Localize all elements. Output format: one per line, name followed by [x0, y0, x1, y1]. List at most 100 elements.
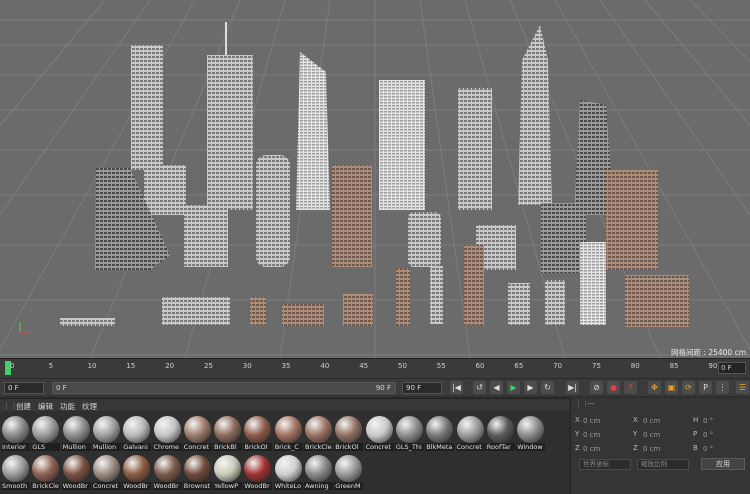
scale-mode-dropdown[interactable]: 缩放比例 [637, 459, 689, 470]
material-swatch[interactable]: Awning [304, 453, 333, 490]
material-swatch[interactable]: YellowP [213, 453, 243, 490]
coordinate-value-field[interactable]: 0 ° [703, 430, 747, 440]
prev-key-icon[interactable]: ↺ [473, 381, 486, 394]
material-swatch[interactable]: GreenM [334, 453, 364, 490]
material-name: Interior [1, 443, 30, 451]
material-swatch[interactable]: BrickCle [304, 414, 333, 451]
start-frame-field[interactable]: 0 F [4, 382, 44, 394]
material-swatch[interactable]: Smooth [1, 453, 30, 490]
material-name: Mullion [91, 443, 121, 451]
material-name: BrickCle [31, 482, 61, 490]
material-swatch[interactable]: Brownst [182, 453, 212, 490]
material-swatch[interactable]: Brick_C [273, 414, 303, 451]
timeline-tick: 75 [592, 362, 601, 370]
material-swatch[interactable]: Mullion [61, 414, 91, 451]
material-name: WoodBr [152, 482, 182, 490]
3d-viewport[interactable]: 网格间距 : 25400 cm [0, 0, 750, 358]
coordinate-value-field[interactable]: 0 cm [643, 416, 687, 426]
apply-button[interactable]: 应用 [701, 458, 745, 470]
coordinate-value-field[interactable]: 0 ° [703, 444, 747, 454]
timeline-tick: 70 [553, 362, 563, 370]
material-swatch[interactable]: BrickBl [213, 414, 243, 451]
material-swatch[interactable]: WoodBr [61, 453, 91, 490]
cinema4d-window: 网格间距 : 25400 cm 0 5 10 15 20 25 30 35 40 45 50 55 60… [0, 0, 750, 494]
timeline-tick: 90 [708, 362, 718, 370]
material-name: BrickBl [213, 443, 243, 451]
material-name: Awning [304, 482, 333, 490]
material-swatch[interactable]: BrickCle [31, 453, 61, 490]
material-preview-sphere [183, 416, 211, 443]
material-swatch[interactable]: BrickOl [243, 414, 273, 451]
material-name: BlkMeta [425, 443, 455, 451]
material-swatch[interactable]: Concret [91, 453, 121, 490]
material-swatch[interactable]: BrickOl [334, 414, 364, 451]
material-preview-sphere [426, 416, 454, 443]
material-swatch[interactable]: WoodBr [243, 453, 273, 490]
material-swatch[interactable]: GLS_Thi [394, 414, 424, 451]
material-swatch[interactable]: WhiteLo [273, 453, 303, 490]
material-name: Mullion [61, 443, 91, 451]
coord-mode-dropdown[interactable]: 世界坐标 [579, 459, 631, 470]
material-swatch[interactable]: WoodBr [122, 453, 152, 490]
material-name: GLS [31, 443, 61, 451]
range-start-label: 0 F [56, 384, 67, 392]
material-name: Chrome [152, 443, 182, 451]
material-name: WoodBr [243, 482, 273, 490]
scale-key-icon[interactable]: ▣ [665, 381, 678, 394]
keyframe-disabled-icon[interactable]: ⊘ [590, 381, 603, 394]
material-swatch[interactable]: Concret [455, 414, 485, 451]
material-preview-sphere [395, 416, 423, 443]
material-swatch[interactable]: Chrome [152, 414, 182, 451]
timeline-menu-icon[interactable]: ☰ [736, 381, 749, 394]
material-preview-sphere [92, 416, 120, 443]
axis-label: Y [575, 430, 580, 438]
material-swatch[interactable]: Mullion [91, 414, 121, 451]
material-preview-sphere [305, 455, 332, 482]
material-swatch[interactable]: WoodBr [152, 453, 182, 490]
go-to-start-icon[interactable]: |◀ [450, 381, 463, 394]
material-preview-sphere [335, 455, 363, 482]
material-name: Window [516, 443, 546, 451]
material-swatch[interactable]: Galvani [122, 414, 152, 451]
auto-key-icon[interactable]: ? [624, 381, 637, 394]
coordinate-value-field[interactable]: 0 cm [643, 430, 687, 440]
pla-key-icon[interactable]: ⋮ [716, 381, 729, 394]
coordinate-value-field[interactable]: 0 cm [583, 444, 627, 454]
axis-label: H [693, 416, 699, 424]
go-to-end-icon[interactable]: ▶| [566, 381, 579, 394]
material-swatch[interactable]: Concret [364, 414, 394, 451]
timeline-tick: 65 [514, 362, 524, 370]
rotate-key-icon[interactable]: ⟳ [682, 381, 695, 394]
material-preview-sphere [486, 416, 514, 443]
coordinate-value-field[interactable]: 0 cm [583, 416, 627, 426]
material-preview-sphere [183, 455, 211, 482]
end-frame-field[interactable]: 90 F [402, 382, 442, 394]
material-swatch[interactable]: Interior [1, 414, 30, 451]
axis-label: X [633, 416, 638, 424]
coordinate-value-field[interactable]: 0 cm [643, 444, 687, 454]
material-preview-sphere [32, 416, 60, 443]
material-preview-sphere [214, 455, 242, 482]
timeline-ruler[interactable]: 0 5 10 15 20 25 30 35 40 45 50 55 60 65 70 75 80 85 90 0 F [0, 358, 750, 378]
step-forward-icon[interactable]: ▶ [524, 381, 537, 394]
move-key-icon[interactable]: ✥ [648, 381, 661, 394]
material-swatch[interactable]: Concret [182, 414, 212, 451]
material-swatch[interactable]: Window [516, 414, 546, 451]
play-icon[interactable]: ▶ [507, 381, 520, 394]
coordinate-value-field[interactable]: 0 cm [583, 430, 627, 440]
axis-gizmo [19, 322, 30, 333]
record-icon[interactable]: ● [607, 381, 620, 394]
material-swatch[interactable]: RoofTar [485, 414, 515, 451]
material-swatch[interactable]: GLS [31, 414, 61, 451]
param-key-icon[interactable]: P [699, 381, 712, 394]
coordinate-value-field[interactable]: 0 ° [703, 416, 747, 426]
frame-range-slider[interactable]: 0 F 90 F [52, 382, 396, 394]
material-name: Smooth [1, 482, 30, 490]
step-back-icon[interactable]: ◀ [490, 381, 503, 394]
material-name: Brownst [182, 482, 212, 490]
material-preview-sphere [32, 455, 60, 482]
material-swatch[interactable]: BlkMeta [425, 414, 455, 451]
timeline-tick: 45 [359, 362, 369, 370]
next-key-icon[interactable]: ↻ [541, 381, 554, 394]
viewport-scene[interactable] [0, 0, 750, 358]
